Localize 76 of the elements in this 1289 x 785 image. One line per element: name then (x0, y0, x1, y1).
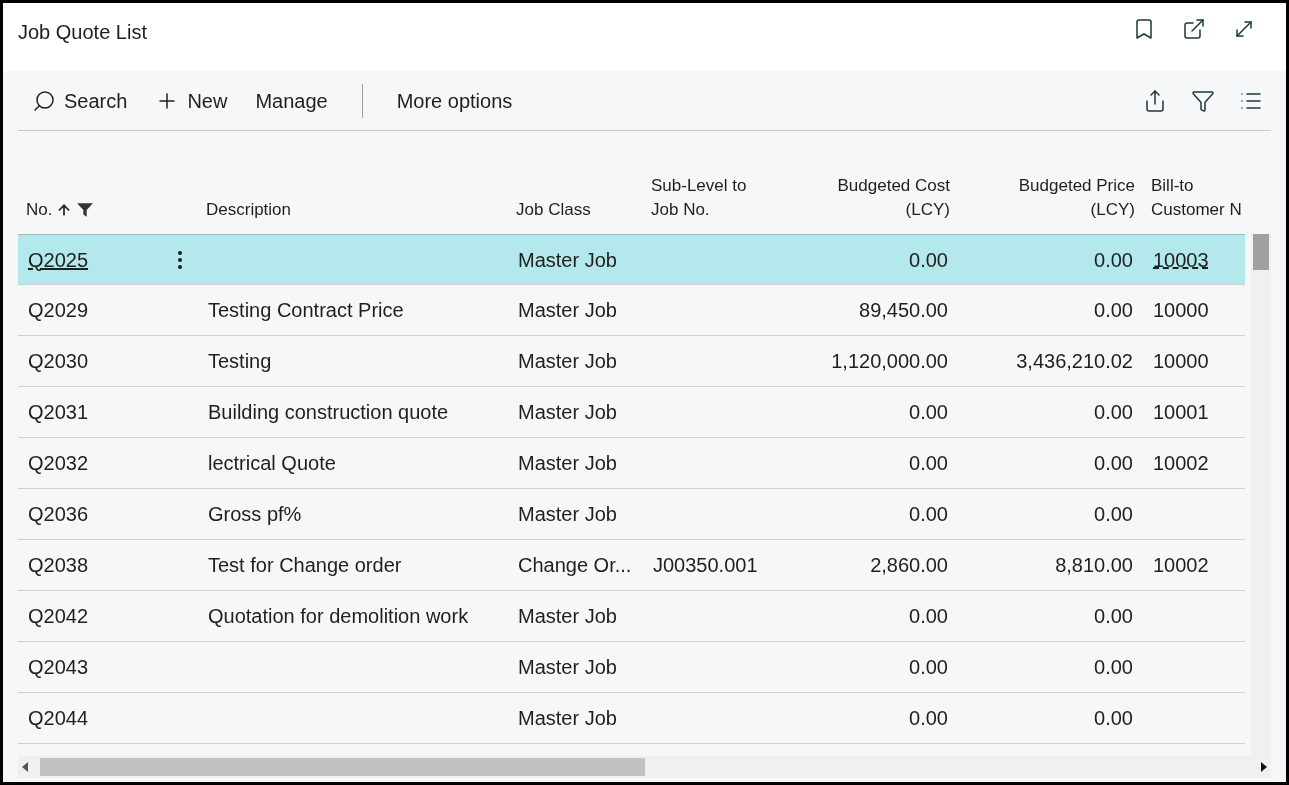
scroll-right-icon[interactable] (1261, 762, 1267, 772)
table-cell: 0.00 (909, 248, 948, 271)
column-header[interactable]: Budgeted Cost (LCY) (825, 174, 950, 222)
table-cell: 10003 (1153, 248, 1209, 271)
column-header[interactable]: Description (206, 198, 292, 222)
table-cell: 0.00 (1094, 401, 1133, 423)
table-cell: 10001 (1153, 401, 1209, 423)
table-cell: 10000 (1153, 350, 1209, 372)
table-cell: 10002 (1153, 554, 1209, 576)
table-cell: Master Job (518, 350, 617, 372)
table-cell: Master Job (518, 401, 617, 423)
column-header[interactable]: Sub-Level to Job No. (651, 174, 760, 222)
table-cell[interactable]: Q2043 (28, 656, 89, 678)
table-cell: Building construction quote (208, 401, 449, 423)
filter-icon[interactable] (76, 201, 95, 219)
table-cell: 1,120,000.00 (831, 350, 948, 372)
column-header[interactable]: Job Class (516, 198, 591, 222)
table-cell: 2,860.00 (870, 554, 948, 576)
window-title: Job Quote List (18, 20, 147, 45)
table-cell: 0.00 (1094, 452, 1133, 474)
table-cell: 0.00 (1094, 707, 1133, 729)
table-cell: 0.00 (909, 707, 948, 729)
toolbar-action[interactable]: Search (18, 81, 142, 120)
table-cell: Master Job (518, 707, 617, 729)
table-cell: 0.00 (909, 401, 948, 423)
table-cell: 3,436,210.02 (1016, 350, 1133, 372)
table-cell: Master Job (518, 503, 617, 525)
table-cell: Master Job (518, 248, 617, 271)
table-cell: Quotation for demolition work (208, 605, 469, 627)
table-cell: 0.00 (1094, 656, 1133, 678)
table-cell: 10002 (1153, 452, 1209, 474)
toolbar-action[interactable]: More options (382, 81, 527, 120)
table-cell: Test for Change order (208, 554, 402, 576)
table-cell: 8,810.00 (1055, 554, 1133, 576)
table-cell: 0.00 (1094, 248, 1133, 271)
open-window-icon[interactable] (1182, 17, 1206, 41)
table-cell[interactable]: Q2030 (28, 350, 89, 372)
table-cell: Gross pf% (208, 503, 302, 525)
table-cell: Master Job (518, 605, 617, 627)
table-cell: Change Or... (518, 554, 632, 576)
table-cell: 10000 (1153, 299, 1209, 321)
table-cell[interactable]: Q2032 (28, 452, 89, 474)
search-icon (32, 88, 56, 113)
table-cell: 89,450.00 (859, 299, 948, 321)
table-cell: 0.00 (1094, 605, 1133, 627)
column-header[interactable]: Bill-to Customer N (1151, 174, 1243, 222)
table-cell: 0.00 (1094, 299, 1133, 321)
table-cell[interactable]: Q2025 (28, 248, 89, 271)
table-cell: 0.00 (1094, 503, 1133, 525)
table-cell: 0.00 (909, 452, 948, 474)
filter-icon[interactable] (1191, 88, 1215, 113)
toolbar-action[interactable]: New (141, 81, 242, 120)
table-cell: J00350.001 (653, 554, 758, 576)
table-cell: Master Job (518, 452, 617, 474)
table-cell[interactable]: Q2031 (28, 401, 89, 423)
table-cell[interactable]: Q2036 (28, 503, 89, 525)
table-cell[interactable]: Q2029 (28, 299, 89, 321)
toolbar-action[interactable]: Manage (241, 81, 342, 120)
table-cell[interactable]: Q2044 (28, 707, 89, 729)
table-cell: Testing (208, 350, 272, 372)
table-cell: 0.00 (909, 503, 948, 525)
table-cell: 0.00 (909, 656, 948, 678)
column-header[interactable]: Budgeted Price (LCY) (1010, 174, 1135, 222)
table-cell[interactable]: Q2038 (28, 554, 89, 576)
table-cell: Master Job (518, 299, 617, 321)
vertical-scrollbar-thumb[interactable] (1253, 234, 1269, 270)
column-header[interactable]: No. (26, 198, 53, 222)
horizontal-scrollbar-thumb[interactable] (40, 758, 645, 776)
table-cell: lectrical Quote (208, 452, 336, 474)
table-cell: Testing Contract Price (208, 299, 404, 321)
table-cell: 0.00 (909, 605, 948, 627)
table-cell: Master Job (518, 656, 617, 678)
table-row[interactable]: Q2025 Master Job 0.00 0.00 10003 (18, 234, 1245, 285)
scroll-left-icon[interactable] (22, 762, 28, 772)
share-icon[interactable] (1143, 88, 1167, 113)
table-cell[interactable]: Q2042 (28, 605, 89, 627)
